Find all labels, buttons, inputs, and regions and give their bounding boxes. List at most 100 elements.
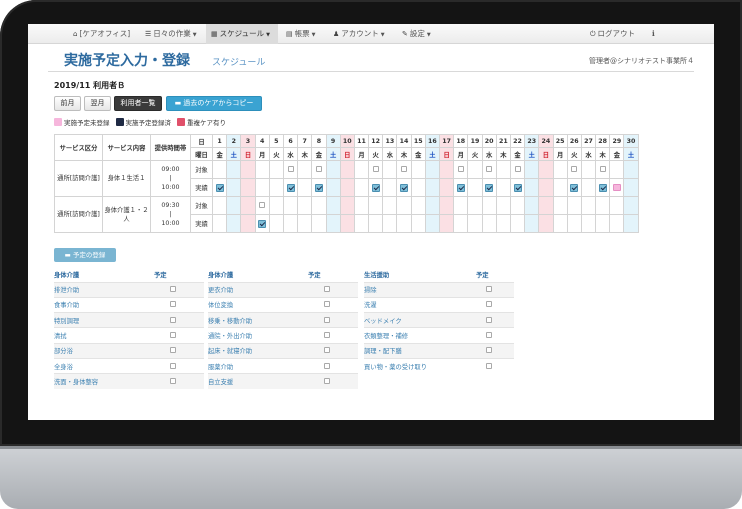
actual-day-cell[interactable] (566, 178, 582, 197)
actual-day-cell[interactable] (453, 178, 469, 197)
care-item-checkbox-cell[interactable] (476, 281, 502, 298)
care-item-checkbox-cell[interactable] (154, 342, 192, 359)
nav-home[interactable]: ⌂ [ケアオフィス] (68, 24, 136, 44)
registered-check[interactable] (598, 183, 607, 192)
actual-day-cell[interactable] (254, 214, 270, 233)
nav-wrench[interactable]: ✎ 設定 ▼ (397, 24, 439, 44)
registered-check[interactable] (400, 183, 409, 192)
care-item-checkbox-cell[interactable] (476, 296, 502, 313)
care-item-checkbox[interactable] (324, 332, 330, 339)
care-item-checkbox-cell[interactable] (476, 312, 502, 328)
care-item-checkbox-cell[interactable] (308, 296, 346, 313)
actual-day-cell[interactable] (609, 178, 625, 197)
day-number: 4 (254, 134, 270, 148)
actual-day-cell[interactable] (509, 178, 526, 197)
copy-past-care-button[interactable]: ▬ 過去のケアからコピー (166, 96, 262, 111)
care-item-checkbox-cell[interactable] (476, 357, 502, 374)
care-item-checkbox[interactable] (486, 362, 492, 369)
plan-day-cell[interactable] (481, 160, 497, 179)
registered-check[interactable] (258, 219, 267, 228)
care-item-checkbox[interactable] (324, 378, 330, 385)
care-item-checkbox-cell[interactable] (308, 342, 346, 359)
care-item-checkbox[interactable] (324, 286, 330, 293)
care-item-checkbox[interactable] (486, 316, 492, 323)
actual-day-cell[interactable] (211, 178, 228, 197)
registered-check[interactable] (456, 183, 465, 192)
plan-day-cell[interactable] (368, 160, 384, 179)
registered-check[interactable] (314, 183, 323, 192)
actual-day-cell[interactable] (282, 178, 299, 197)
care-item-checkbox[interactable] (170, 347, 176, 354)
plan-checkbox[interactable] (259, 202, 266, 208)
nav-user[interactable]: ♟ アカウント ▼ (328, 24, 392, 44)
register-plan-button[interactable]: ▬ 予定の登録 (54, 248, 116, 262)
plan-checkbox[interactable] (287, 166, 294, 172)
plan-day-cell[interactable] (311, 160, 327, 179)
info-icon[interactable]: ℹ (652, 24, 655, 44)
plan-checkbox[interactable] (401, 166, 408, 172)
registered-check[interactable] (371, 183, 380, 192)
care-item-checkbox[interactable] (170, 301, 176, 308)
care-item-checkbox-cell[interactable] (308, 312, 346, 328)
care-item-checkbox[interactable] (486, 286, 492, 293)
unregistered-marker[interactable] (612, 183, 621, 191)
registered-check[interactable] (513, 183, 522, 192)
prev-month-button[interactable]: 前月 (54, 96, 81, 111)
plan-checkbox[interactable] (315, 166, 322, 172)
care-item-checkbox-cell[interactable] (308, 357, 346, 374)
registered-check[interactable] (485, 183, 494, 192)
care-item-checkbox[interactable] (170, 286, 176, 293)
care-item-checkbox[interactable] (486, 347, 492, 354)
registered-check[interactable] (570, 183, 579, 192)
actual-day-cell[interactable] (311, 178, 327, 197)
plan-day-cell[interactable] (453, 160, 469, 179)
care-item-checkbox[interactable] (324, 347, 330, 354)
plan-checkbox[interactable] (514, 166, 521, 172)
care-item-checkbox-cell[interactable] (154, 312, 192, 328)
actual-day-cell[interactable] (396, 178, 412, 197)
care-item-checkbox-cell[interactable] (154, 281, 192, 298)
logout-link[interactable]: ⏻ ログアウト (590, 24, 635, 44)
registered-check[interactable] (215, 183, 224, 192)
nav-list[interactable]: ☰ 日々の作業 ▼ (140, 24, 202, 44)
nav-calendar[interactable]: ▦ スケジュール ▼ (206, 24, 278, 44)
care-item-checkbox-cell[interactable] (308, 373, 346, 390)
care-item-checkbox-cell[interactable] (154, 357, 192, 374)
nav-form[interactable]: ▤ 帳票 ▼ (281, 24, 324, 44)
plan-day-cell[interactable] (282, 160, 299, 179)
plan-day-cell[interactable] (595, 160, 611, 179)
care-item-checkbox[interactable] (486, 301, 492, 308)
care-item-checkbox[interactable] (170, 332, 176, 339)
actual-day-cell[interactable] (595, 178, 611, 197)
care-item-checkbox[interactable] (170, 378, 176, 385)
plan-day-cell[interactable] (566, 160, 582, 179)
care-item-checkbox[interactable] (324, 362, 330, 369)
care-item-checkbox[interactable] (170, 316, 176, 323)
plan-day-cell (538, 196, 554, 215)
plan-day-cell[interactable] (509, 160, 526, 179)
user-list-button[interactable]: 利用者一覧 (114, 96, 162, 111)
plan-checkbox[interactable] (372, 166, 379, 172)
plan-checkbox[interactable] (486, 166, 493, 172)
care-item-checkbox-cell[interactable] (308, 281, 346, 298)
care-item-checkbox-cell[interactable] (476, 342, 502, 359)
plan-day-cell[interactable] (254, 196, 270, 215)
care-item-name: 衣類整理・補修 (364, 327, 476, 344)
actual-day-cell[interactable] (481, 178, 497, 197)
care-item-checkbox[interactable] (170, 362, 176, 369)
care-item-checkbox[interactable] (486, 332, 492, 339)
care-item-checkbox-cell[interactable] (476, 327, 502, 344)
plan-checkbox[interactable] (457, 166, 464, 172)
plan-checkbox[interactable] (571, 166, 578, 172)
care-item-checkbox-cell[interactable] (308, 327, 346, 344)
next-month-button[interactable]: 翌月 (84, 96, 111, 111)
care-item-checkbox-cell[interactable] (154, 296, 192, 313)
care-item-checkbox[interactable] (324, 301, 330, 308)
care-item-checkbox[interactable] (324, 316, 330, 323)
care-item-checkbox-cell[interactable] (154, 327, 192, 344)
registered-check[interactable] (286, 183, 295, 192)
care-item-checkbox-cell[interactable] (154, 373, 192, 390)
plan-checkbox[interactable] (599, 166, 606, 172)
actual-day-cell[interactable] (368, 178, 384, 197)
plan-day-cell[interactable] (396, 160, 412, 179)
